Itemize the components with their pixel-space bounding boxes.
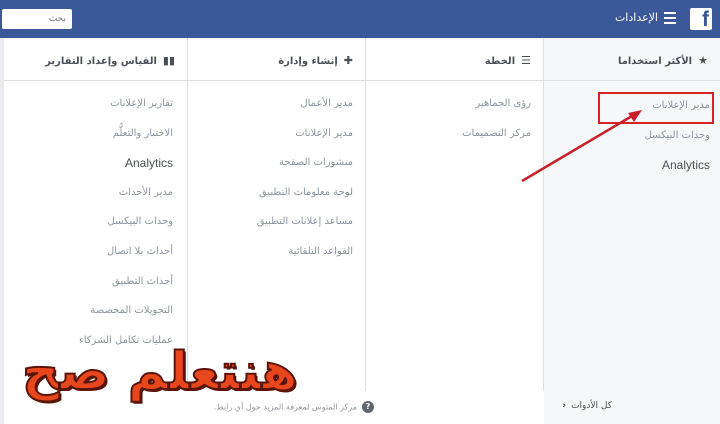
create-manage-title: إنشاء وإدارة bbox=[278, 56, 338, 67]
page-title[interactable]: الإعدادات bbox=[615, 11, 658, 24]
bar-chart-icon: ▮▮ bbox=[162, 54, 175, 67]
menu-item-custom-conversions[interactable]: التحويلات المخصصة bbox=[10, 301, 173, 331]
menu-item-events-manager[interactable]: مدير الأحداث bbox=[10, 183, 173, 213]
plan-list: رؤى الجماهير مركز التصميمات bbox=[372, 94, 531, 153]
measure-report-column: ▮▮ القياس وإعداد التقارير تقارير الإعلانا… bbox=[4, 38, 188, 391]
menu-item-ads-reporting[interactable]: تقارير الإعلانات bbox=[10, 94, 173, 124]
menu-item-app-ads-helper[interactable]: مساعد إعلانات التطبيق bbox=[194, 212, 353, 242]
measure-report-list: تقارير الإعلانات الاختبار والتعلُّم Anal… bbox=[10, 94, 173, 360]
search-input[interactable] bbox=[2, 9, 72, 29]
menu-item-app-dashboard[interactable]: لوحة معلومات التطبيق bbox=[194, 183, 353, 213]
list-icon: ☰ bbox=[521, 54, 531, 67]
menu-item-analytics[interactable]: Analytics bbox=[550, 155, 710, 185]
menu-item-business-manager[interactable]: مدير الأعمال bbox=[194, 94, 353, 124]
create-manage-header: ✚ إنشاء وإدارة bbox=[188, 38, 365, 81]
menu-item-app-events[interactable]: أحداث التطبيق bbox=[10, 272, 173, 302]
menu-item-page-posts[interactable]: منشورات الصفحة bbox=[194, 153, 353, 183]
menu-item-analytics[interactable]: Analytics bbox=[10, 153, 173, 183]
footer-help-text: مركز المتوس لمعرفة المزيد حول أي رابط. bbox=[213, 402, 357, 412]
plan-column: ☰ الخطة رؤى الجماهير مركز التصميمات bbox=[366, 38, 544, 391]
measure-report-header: ▮▮ القياس وإعداد التقارير bbox=[4, 38, 187, 81]
chevron-left-icon: ‹ bbox=[562, 401, 567, 411]
ads-manager-highlight-box bbox=[598, 92, 714, 124]
plan-header: ☰ الخطة bbox=[366, 38, 543, 81]
facebook-logo-icon[interactable]: f bbox=[690, 8, 712, 30]
all-tools-link[interactable]: كل الأدوات ‹ bbox=[562, 401, 612, 411]
plus-icon: ✚ bbox=[343, 54, 353, 67]
create-manage-list: مدير الأعمال مدير الإعلانات منشورات الصف… bbox=[194, 94, 353, 272]
menu-item-pixels[interactable]: وحدات البيكسل bbox=[550, 126, 710, 156]
menu-item-creative-hub[interactable]: مركز التصميمات bbox=[372, 124, 531, 154]
hamburger-menu-icon[interactable] bbox=[664, 12, 676, 24]
create-manage-column: ✚ إنشاء وإدارة مدير الأعمال مدير الإعلانا… bbox=[188, 38, 366, 391]
most-used-header: ★ الأكثر استخداما bbox=[544, 38, 720, 81]
footer-help: ? مركز المتوس لمعرفة المزيد حول أي رابط. bbox=[214, 401, 374, 413]
help-icon: ? bbox=[362, 401, 374, 413]
menu-item-offline-events[interactable]: أحداث بلا اتصال bbox=[10, 242, 173, 272]
plan-title: الخطة bbox=[484, 56, 516, 67]
star-icon: ★ bbox=[698, 54, 708, 67]
top-bar: f الإعدادات bbox=[0, 0, 720, 38]
menu-item-audience-insights[interactable]: رؤى الجماهير bbox=[372, 94, 531, 124]
menu-item-ads-manager[interactable]: مدير الإعلانات bbox=[194, 124, 353, 154]
most-used-title: الأكثر استخداما bbox=[617, 56, 693, 67]
menu-item-test-learn[interactable]: الاختبار والتعلُّم bbox=[10, 124, 173, 154]
all-tools-label: كل الأدوات bbox=[571, 401, 612, 411]
menu-item-pixels[interactable]: وحدات البيكسل bbox=[10, 212, 173, 242]
watermark-overlay-text: هنتعلم صح bbox=[21, 342, 299, 402]
measure-report-title: القياس وإعداد التقارير bbox=[45, 56, 157, 67]
menu-item-automated-rules[interactable]: القواعد التلقائية bbox=[194, 242, 353, 272]
